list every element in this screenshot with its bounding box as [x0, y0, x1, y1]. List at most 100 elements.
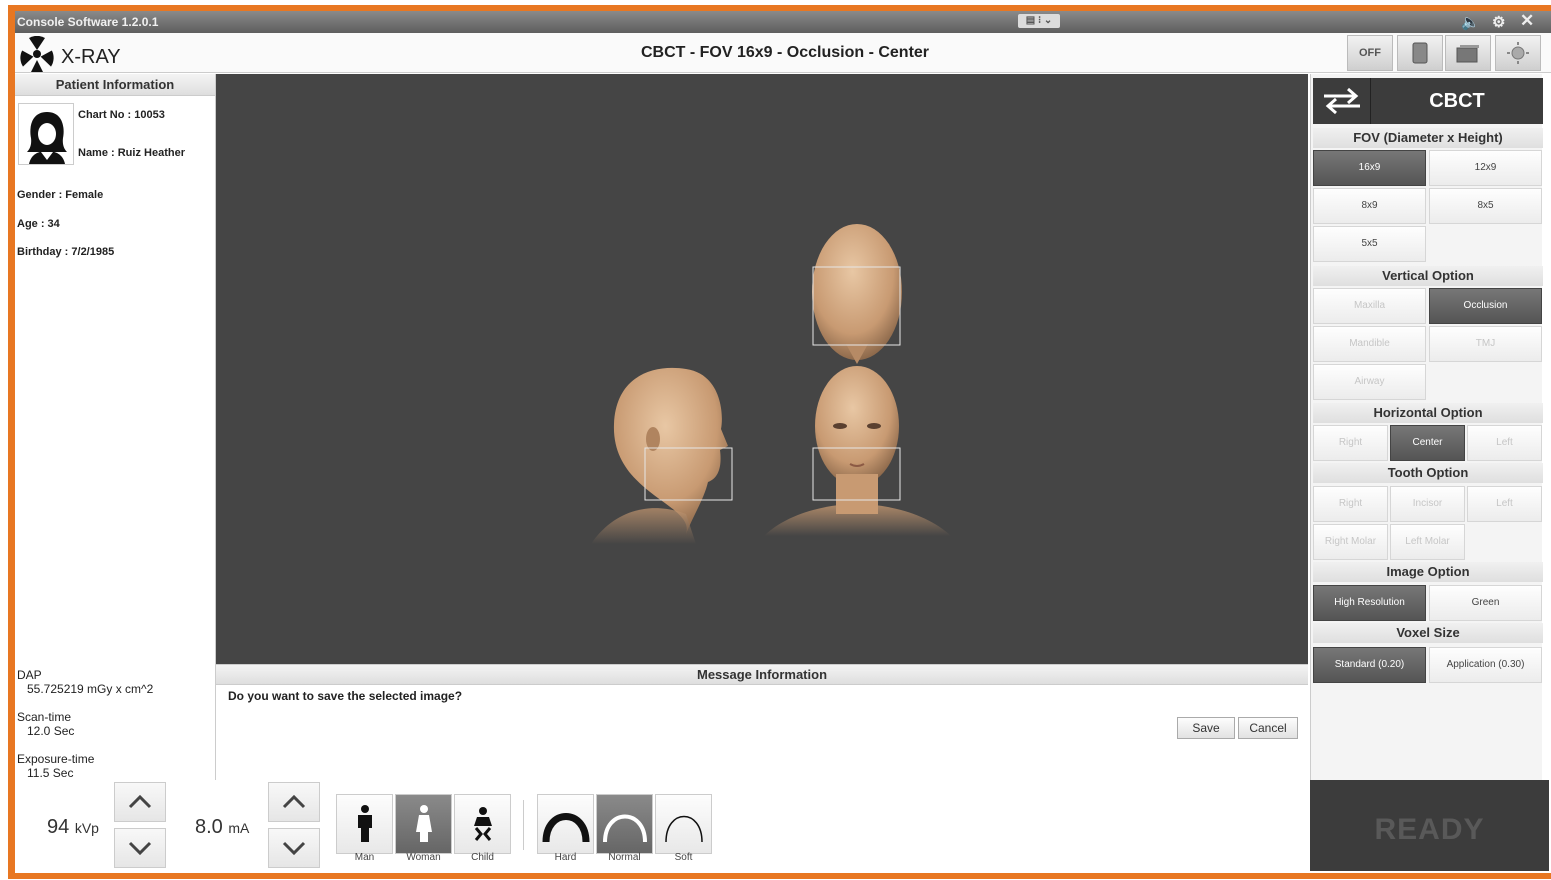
lamp-button[interactable]: [1495, 35, 1541, 71]
woman-icon: [415, 805, 432, 842]
layers-button[interactable]: [1445, 35, 1491, 71]
kvp-readout: 94 kVp: [47, 816, 99, 839]
voxel-application-button[interactable]: Application (0.30): [1429, 647, 1542, 683]
window-menu-toggle[interactable]: ▤ ⁝ ⌄: [1018, 14, 1060, 28]
scan-time-label: Scan-time: [17, 710, 72, 724]
bone-hard-button[interactable]: [537, 794, 594, 854]
fov-12x9-button[interactable]: 12x9: [1429, 150, 1542, 186]
app-window: Console Software 1.2.0.1 ▤ ⁝ ⌄ 🔈 ⚙ ✕ X-R…: [0, 0, 1551, 879]
vertical-mandible-button[interactable]: Mandible: [1313, 326, 1426, 362]
bone-soft-label: Soft: [674, 852, 693, 863]
fov-16x9-button[interactable]: 16x9: [1313, 150, 1426, 186]
exposure-controls: 94 kVp 8.0 mA Man Woman Child Hard Norma…: [15, 780, 1310, 873]
close-icon[interactable]: ✕: [1520, 11, 1534, 31]
exposure-time-value: 11.5 Sec: [27, 766, 74, 780]
vertical-airway-button[interactable]: Airway: [1313, 364, 1426, 400]
ma-readout: 8.0 mA: [195, 816, 249, 839]
bone-soft-button[interactable]: [655, 794, 712, 854]
horizontal-left-button[interactable]: Left: [1467, 425, 1542, 461]
vertical-option-header: Vertical Option: [1313, 266, 1543, 286]
image-option-header: Image Option: [1313, 562, 1543, 582]
patient-age: Age : 34: [17, 218, 60, 230]
voxel-standard-button[interactable]: Standard (0.20): [1313, 647, 1426, 683]
patient-info-header: Patient Information: [15, 74, 215, 96]
patient-woman-label: Woman: [406, 852, 441, 863]
bone-normal-label: Normal: [608, 852, 641, 863]
ready-status-button[interactable]: READY: [1310, 780, 1549, 871]
bone-hard-label: Hard: [554, 852, 577, 863]
patient-gender: Gender : Female: [17, 189, 104, 201]
sensor-button[interactable]: [1397, 35, 1443, 71]
save-button[interactable]: Save: [1177, 717, 1235, 739]
kvp-up-button[interactable]: [114, 782, 166, 822]
tooth-left-molar-button[interactable]: Left Molar: [1390, 524, 1465, 560]
scan-title: CBCT - FOV 16x9 - Occlusion - Center: [640, 44, 930, 61]
tooth-right-molar-button[interactable]: Right Molar: [1313, 524, 1388, 560]
exposure-stats: DAP 55.725219 mGy x cm^2 Scan-time 12.0 …: [15, 664, 216, 780]
fov-header: FOV (Diameter x Height): [1313, 128, 1543, 148]
ma-unit: mA: [228, 820, 250, 836]
tooth-incisor-button[interactable]: Incisor: [1390, 486, 1465, 522]
message-text: Do you want to save the selected image?: [228, 689, 463, 703]
ma-down-button[interactable]: [268, 828, 320, 868]
window-title: Console Software 1.2.0.1: [17, 15, 159, 29]
vertical-maxilla-button[interactable]: Maxilla: [1313, 288, 1426, 324]
fov-5x5-button[interactable]: 5x5: [1313, 226, 1426, 262]
message-header: Message Information: [216, 665, 1308, 685]
tooth-left-button[interactable]: Left: [1467, 486, 1542, 522]
patient-woman-button[interactable]: [395, 794, 452, 854]
speaker-icon[interactable]: 🔈: [1461, 13, 1480, 31]
dap-value: 55.725219 mGy x cm^2: [27, 682, 154, 696]
head-model-illustration: [591, 224, 951, 544]
image-green-button[interactable]: Green: [1429, 585, 1542, 621]
chevron-up-icon: [282, 795, 306, 809]
message-panel: Message Information Do you want to save …: [216, 664, 1308, 778]
hard-arch-icon: [542, 813, 589, 843]
patient-name: Name : Ruiz Heather: [78, 147, 185, 159]
horizontal-center-button[interactable]: Center: [1390, 425, 1465, 461]
power-off-icon: OFF: [1359, 47, 1381, 59]
layers-icon: [1456, 45, 1479, 63]
child-icon: [473, 807, 492, 841]
swap-arrows-icon: [1323, 87, 1360, 115]
ma-value: 8.0: [195, 816, 223, 838]
patient-child-button[interactable]: [454, 794, 511, 854]
header: X-RAY CBCT - FOV 16x9 - Occlusion - Cent…: [15, 33, 1551, 73]
top-view-head: [812, 224, 902, 364]
bone-normal-button[interactable]: [596, 794, 653, 854]
kvp-down-button[interactable]: [114, 828, 166, 868]
vertical-tmj-button[interactable]: TMJ: [1429, 326, 1542, 362]
chevron-down-icon: [128, 841, 152, 855]
horizontal-option-header: Horizontal Option: [1313, 403, 1543, 423]
power-off-button[interactable]: OFF: [1347, 35, 1393, 71]
normal-arch-icon: [602, 814, 647, 843]
fov-8x5-button[interactable]: 8x5: [1429, 188, 1542, 224]
side-view-head: [591, 367, 733, 544]
mode-header: CBCT: [1313, 78, 1543, 124]
fov-8x9-button[interactable]: 8x9: [1313, 188, 1426, 224]
horizontal-right-button[interactable]: Right: [1313, 425, 1388, 461]
kvp-unit: kVp: [74, 820, 99, 836]
gear-icon[interactable]: ⚙: [1492, 13, 1505, 31]
vertical-occlusion-button[interactable]: Occlusion: [1429, 288, 1542, 324]
chevron-up-icon: [128, 795, 152, 809]
positioning-viewport: [216, 74, 1308, 664]
divider: [523, 800, 524, 850]
scan-time-value: 12.0 Sec: [27, 724, 75, 738]
patient-child-label: Child: [471, 852, 494, 863]
avatar: [18, 103, 74, 165]
mode-switch-button[interactable]: [1313, 78, 1371, 124]
patient-man-label: Man: [354, 852, 375, 863]
voxel-size-header: Voxel Size: [1313, 623, 1543, 643]
cbct-options-panel: CBCT FOV (Diameter x Height) 16x9 12x9 8…: [1310, 74, 1543, 780]
chart-number: Chart No : 10053: [78, 109, 165, 121]
patient-man-button[interactable]: [336, 794, 393, 854]
cancel-button[interactable]: Cancel: [1238, 717, 1298, 739]
tooth-right-button[interactable]: Right: [1313, 486, 1388, 522]
ma-up-button[interactable]: [268, 782, 320, 822]
image-high-resolution-button[interactable]: High Resolution: [1313, 585, 1426, 621]
tooth-option-header: Tooth Option: [1313, 463, 1543, 483]
frame-border-bottom: [10, 873, 1551, 879]
front-view-head: [764, 366, 951, 536]
man-icon: [357, 805, 372, 842]
